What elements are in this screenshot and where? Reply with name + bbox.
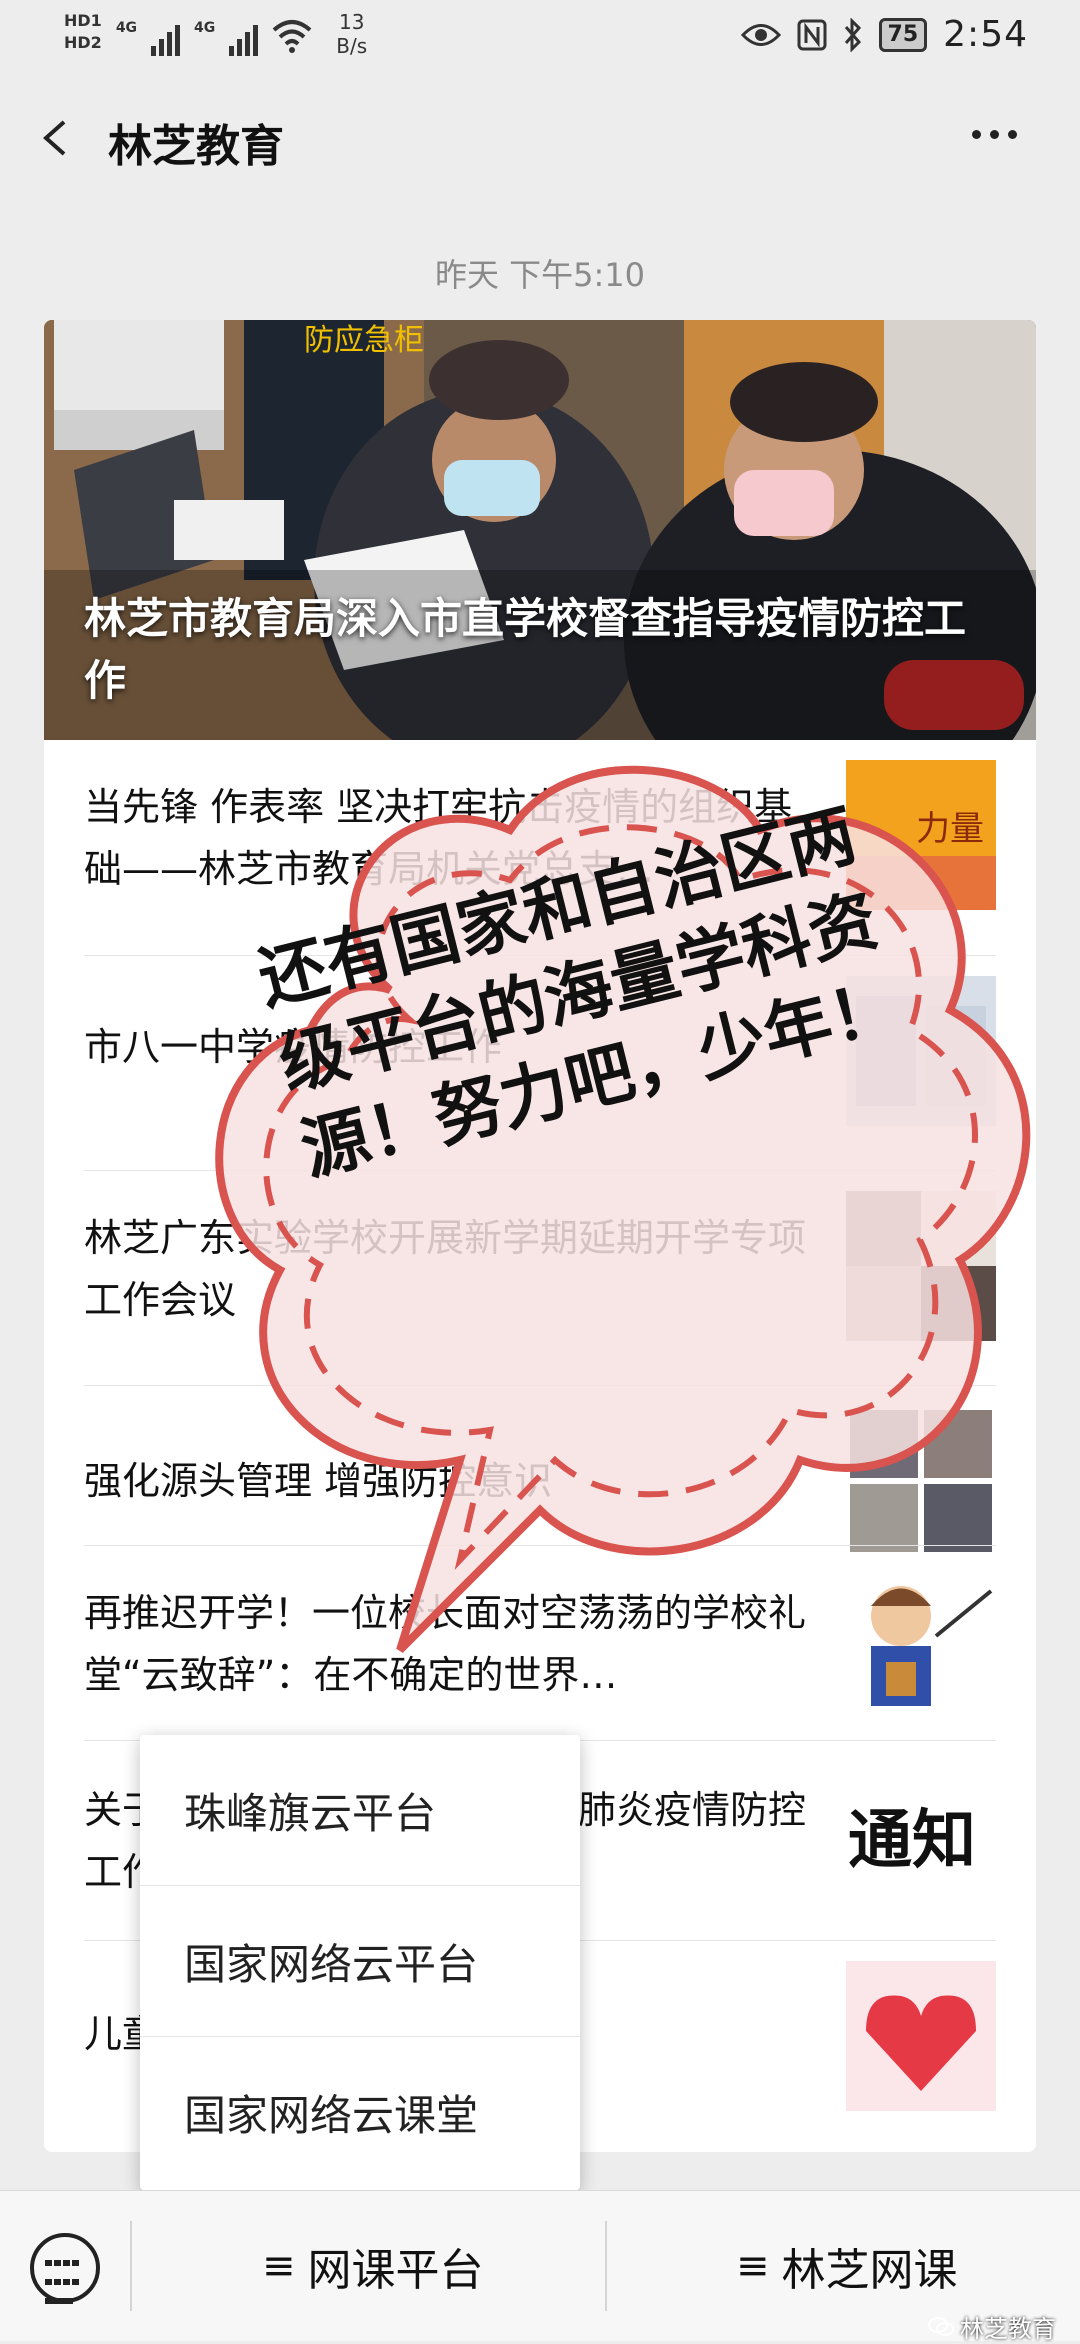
menu-button-label: 网课平台 xyxy=(307,2245,484,2296)
signal-icon xyxy=(229,20,259,56)
back-arrow-icon[interactable] xyxy=(40,118,70,158)
menu-item-zhufeng-cloud[interactable]: 珠峰旗云平台 xyxy=(140,1735,580,1886)
menu-hamburger-icon: ≡ xyxy=(262,2243,296,2289)
more-options-icon[interactable] xyxy=(972,124,1028,148)
hero-article[interactable]: 防应急柜 林芝市教育局深入市直学校督查指导疫情防控工作 xyxy=(44,320,1036,740)
hd1-label: HD1 xyxy=(64,11,102,30)
menu-item-national-cloud-classroom[interactable]: 国家网络云课堂 xyxy=(140,2037,580,2188)
hd-indicator: HD1 HD2 xyxy=(64,10,102,54)
battery-indicator: 75 xyxy=(878,17,928,52)
signal2-label: 4G xyxy=(194,20,216,36)
clock: 2:54 xyxy=(943,14,1028,55)
keyboard-toggle-icon[interactable] xyxy=(30,2233,100,2304)
wechat-logo-icon xyxy=(928,2316,954,2336)
wifi-icon xyxy=(272,20,312,53)
bluetooth-icon xyxy=(844,17,861,52)
article-thumbnail xyxy=(846,1961,996,2111)
signal-icon xyxy=(151,20,181,56)
menu-button-online-course-platform[interactable]: ≡ 网课平台 xyxy=(262,2231,484,2301)
cabinet-sign-text: 防应急柜 xyxy=(304,323,424,358)
divider xyxy=(605,2221,607,2311)
hd2-label: HD2 xyxy=(64,33,102,52)
nav-header: 林芝教育 xyxy=(0,90,1080,190)
nfc-icon xyxy=(797,19,827,50)
page-title: 林芝教育 xyxy=(108,121,284,172)
menu-item-national-cloud-platform[interactable]: 国家网络云平台 xyxy=(140,1886,580,2037)
watermark: 林芝教育 xyxy=(928,2309,1056,2344)
signal1-label: 4G xyxy=(115,20,138,36)
message-timestamp: 昨天 下午5:10 xyxy=(434,256,646,294)
menu-button-label: 林芝网课 xyxy=(781,2245,958,2296)
bottom-menu-bar: ≡ 网课平台 ≡ 林芝网课 林芝教育 xyxy=(0,2190,1080,2344)
divider xyxy=(130,2221,132,2311)
hero-title: 林芝市教育局深入市直学校督查指导疫情防控工作 xyxy=(84,594,967,705)
net-speed-unit: B/s xyxy=(336,34,368,58)
menu-hamburger-icon: ≡ xyxy=(736,2243,770,2289)
menu-button-linzhi-online-course[interactable]: ≡ 林芝网课 xyxy=(736,2231,958,2301)
net-speed: 13 B/s xyxy=(336,10,367,58)
net-speed-value: 13 xyxy=(339,10,365,34)
thumbnail-notice-text: 通知 xyxy=(848,1804,976,1878)
status-bar: HD1 HD2 4G 4G 13 B/s 75 2:54 xyxy=(0,0,1080,70)
popup-menu: 珠峰旗云平台 国家网络云平台 国家网络云课堂 xyxy=(140,1735,580,2190)
eye-icon xyxy=(740,23,781,46)
watermark-text: 林芝教育 xyxy=(960,2315,1056,2343)
article-thumbnail: 通知 xyxy=(846,1766,996,1916)
